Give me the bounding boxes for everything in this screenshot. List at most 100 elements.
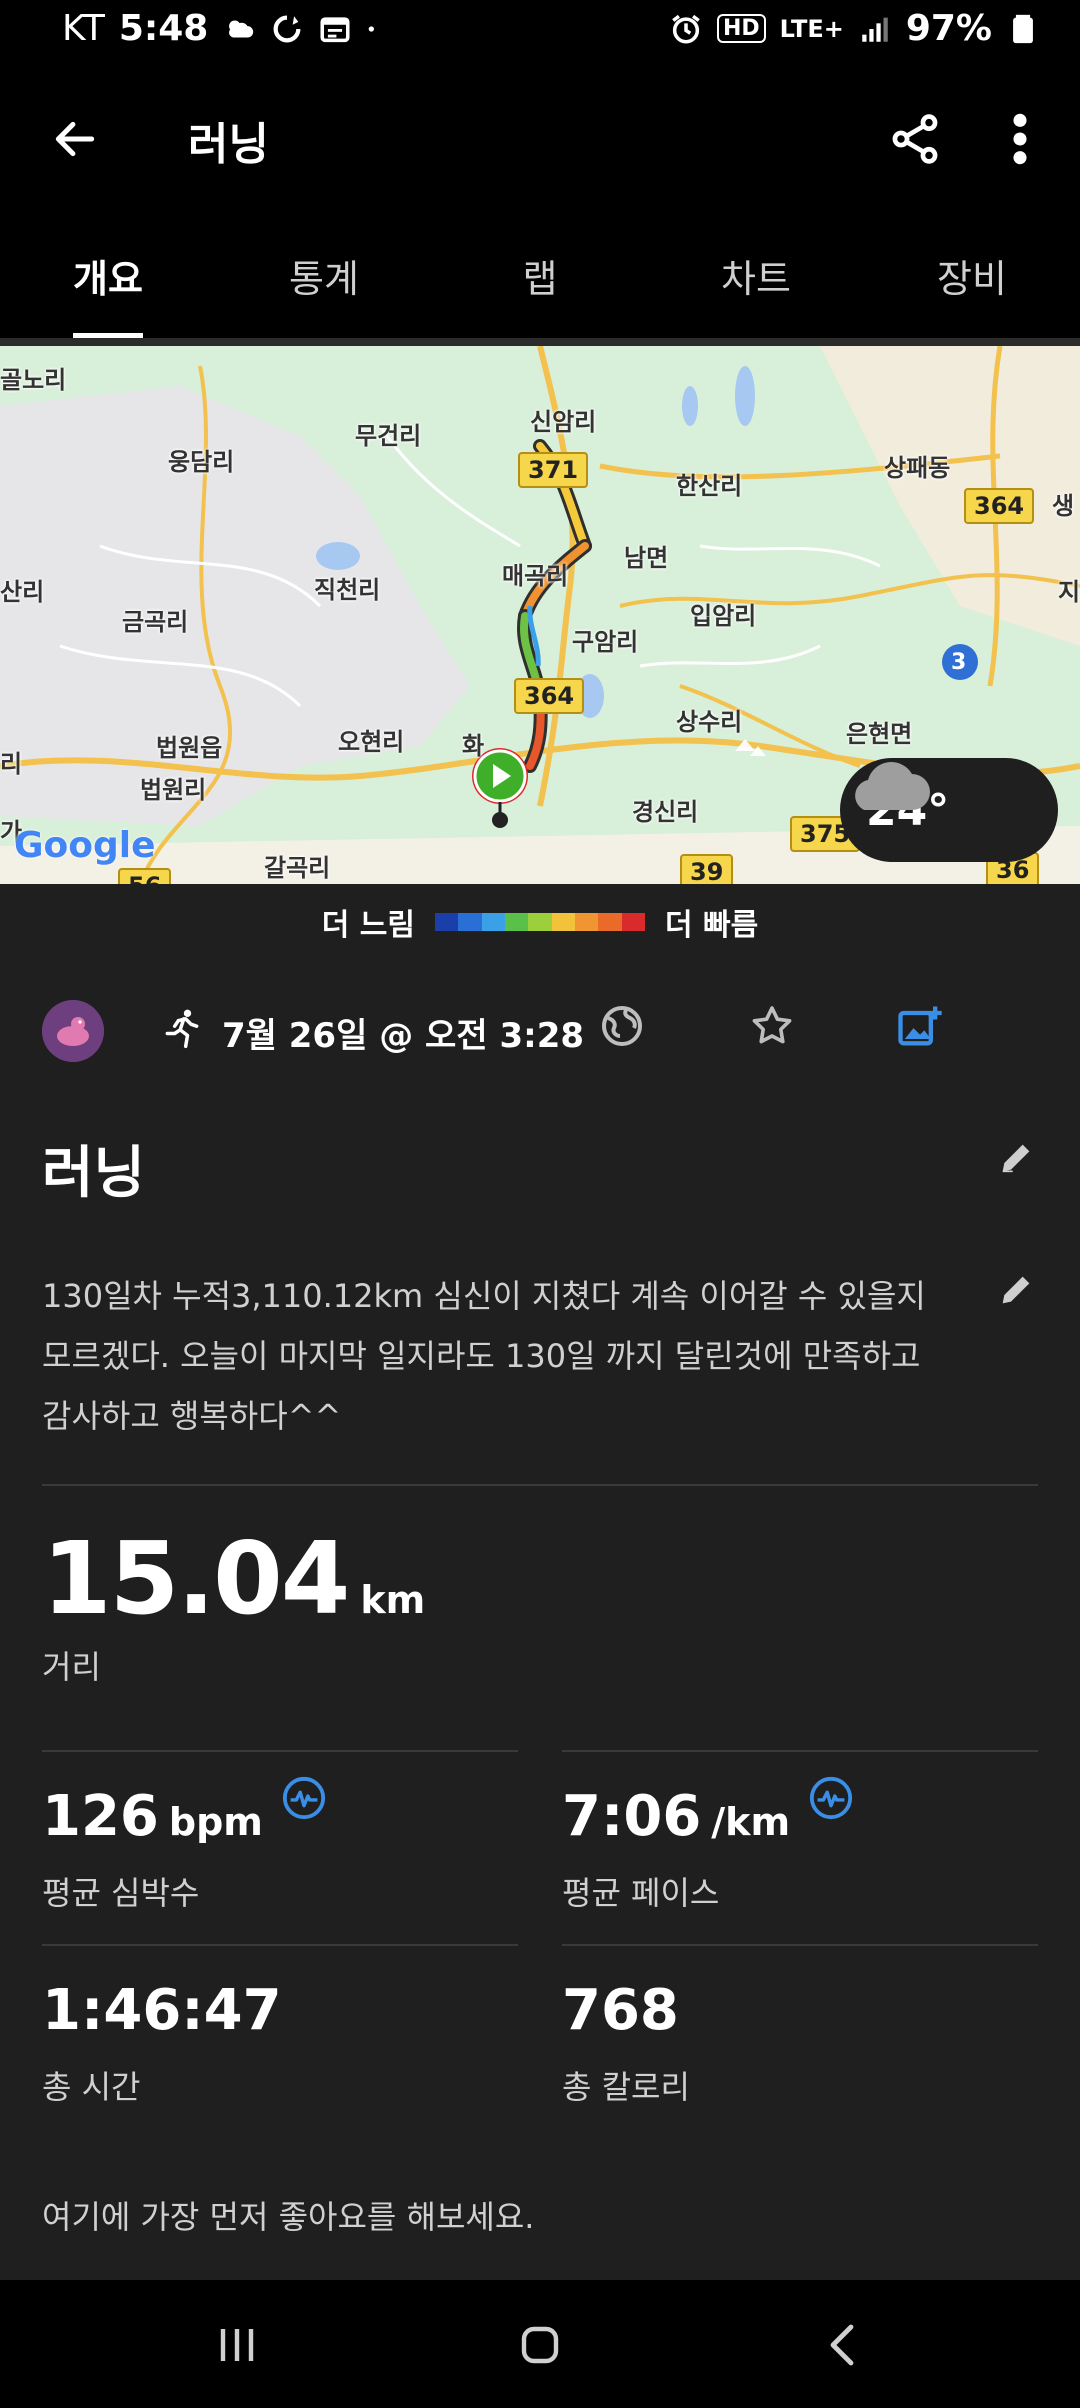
hr-unit: bpm xyxy=(168,1800,263,1844)
distance-value: 15.04 xyxy=(42,1520,350,1637)
stat-value-row: 7:06 /km xyxy=(562,1776,854,1849)
pace-unit: /km xyxy=(711,1800,791,1844)
avatar[interactable] xyxy=(42,1000,104,1062)
hd-voice-icon: HD xyxy=(716,14,766,43)
clock: 5:48 xyxy=(118,8,209,49)
map-label: 한산리 xyxy=(676,472,743,500)
back-button[interactable] xyxy=(40,104,110,174)
legend-color-swatch xyxy=(528,913,552,931)
home-icon xyxy=(521,2326,559,2364)
map-label: 웅담리 xyxy=(168,448,235,476)
legend-color-swatch xyxy=(551,913,575,931)
tab-charts[interactable]: 차트 xyxy=(648,212,864,338)
map-label: 경신리 xyxy=(632,798,699,826)
stat-value-row: 768 xyxy=(562,1978,679,2043)
tab-overview[interactable]: 개요 xyxy=(0,212,216,338)
avg-heart-rate-stat[interactable]: 126 bpm 평균 심박수 xyxy=(42,1750,518,1930)
more-vertical-icon xyxy=(1013,113,1027,165)
star-icon[interactable] xyxy=(748,1002,796,1050)
time-label: 총 시간 xyxy=(42,2068,141,2106)
calories-value: 768 xyxy=(562,1978,679,2043)
distance-stat: 15.04 km xyxy=(42,1520,425,1637)
legend-color-swatch xyxy=(598,913,622,931)
route-shield-3: 3 xyxy=(951,650,967,675)
more-options-button[interactable] xyxy=(990,104,1050,174)
tab-divider xyxy=(0,338,1080,346)
tab-stats[interactable]: 통계 xyxy=(216,212,432,338)
hr-label: 평균 심박수 xyxy=(42,1874,200,1912)
weather-badge[interactable]: 24° xyxy=(840,758,1058,862)
tab-laps[interactable]: 랩 xyxy=(432,212,648,338)
activity-title: 러닝 xyxy=(42,1141,146,1206)
legend-color-swatch xyxy=(504,913,529,931)
sync-icon xyxy=(273,15,301,42)
road-number-badge: 56 xyxy=(118,868,172,884)
recent-apps-button[interactable] xyxy=(192,2310,282,2380)
legend-color-swatch xyxy=(481,913,505,931)
time-value: 1:46:47 xyxy=(42,1978,282,2043)
road-number-badge: 39 xyxy=(680,854,734,884)
distance-unit: km xyxy=(360,1578,426,1622)
map-label: 금곡리 xyxy=(122,608,189,636)
recent-apps-icon xyxy=(220,2329,254,2361)
page-title: 러닝 xyxy=(188,119,269,170)
privacy-globe-icon[interactable] xyxy=(598,1002,646,1050)
system-back-button[interactable] xyxy=(798,2310,888,2380)
edit-note-pencil-icon[interactable] xyxy=(996,1270,1036,1310)
road-number-badge: 371 xyxy=(518,452,589,488)
pace-chart-icon[interactable] xyxy=(808,1775,854,1821)
stat-divider xyxy=(562,1750,1038,1752)
stat-divider xyxy=(42,1944,518,1946)
legend-slow-label: 더 느림 xyxy=(321,908,415,943)
alarm-icon xyxy=(672,14,700,44)
map-label: 지 xyxy=(1058,578,1080,606)
stat-divider xyxy=(42,1750,518,1752)
map-label: 상패동 xyxy=(884,454,951,482)
legend-color-swatch xyxy=(574,913,599,931)
status-left: KT 5:48 xyxy=(62,8,382,49)
road-number-badge: 364 xyxy=(964,488,1035,524)
legend-fast-label: 더 빠름 xyxy=(665,908,759,943)
like-prompt-link[interactable]: 여기에 가장 먼저 좋아요를 해보세요. xyxy=(42,2192,534,2238)
map-label: 무건리 xyxy=(355,422,422,450)
route-map[interactable]: 신암리 무건리 웅담리 한산리 상패동 남면 매곡리 직천리 금곡리 입암리 구… xyxy=(0,346,1080,884)
map-label: 남면 xyxy=(624,544,669,572)
map-label: 상수리 xyxy=(676,708,743,736)
heart-rate-chart-icon[interactable] xyxy=(281,1775,327,1821)
pace-label: 평균 페이스 xyxy=(562,1874,720,1912)
section-divider xyxy=(42,1484,1038,1486)
tab-gear[interactable]: 장비 xyxy=(864,212,1080,338)
activity-meta-row: 7월 26일 @ 오전 3:28 xyxy=(42,996,1042,1066)
map-label: 신암리 xyxy=(530,408,597,436)
battery-level: 97% xyxy=(905,8,992,49)
legend-color-swatch xyxy=(458,913,482,931)
status-bar: KT 5:48 HD LTE+ 97% xyxy=(0,0,1080,64)
map-label: 화 xyxy=(462,732,485,760)
avg-pace-stat[interactable]: 7:06 /km 평균 페이스 xyxy=(562,1750,1038,1930)
add-photo-icon[interactable] xyxy=(894,1000,946,1052)
pace-color-scale xyxy=(435,913,645,931)
app-bar: 러닝 xyxy=(0,64,1080,212)
distance-label: 거리 xyxy=(42,1648,101,1686)
edit-title-pencil-icon[interactable] xyxy=(996,1138,1036,1178)
weather-status-icon xyxy=(229,20,254,37)
share-icon xyxy=(892,114,938,164)
activity-note: 130일차 누적3,110.12km 심신이 지쳤다 계속 이어갈 수 있을지 … xyxy=(42,1277,926,1435)
running-icon xyxy=(165,1009,199,1049)
arrow-left-icon xyxy=(55,121,95,157)
tab-bar: 개요 통계 랩 차트 장비 xyxy=(0,212,1080,338)
share-button[interactable] xyxy=(880,104,950,174)
home-button[interactable] xyxy=(495,2310,585,2380)
avatar-image xyxy=(42,1000,104,1062)
total-calories-stat[interactable]: 768 총 칼로리 xyxy=(562,1944,1038,2124)
pace-value: 7:06 xyxy=(562,1784,702,1849)
pace-legend: 더 느림 더 빠름 xyxy=(0,884,1080,960)
activity-summary: 7월 26일 @ 오전 3:28 러닝 130일차 누적3,110.12km 심… xyxy=(0,960,1080,2280)
signal-icon xyxy=(862,17,888,42)
map-label: 리 xyxy=(0,750,23,778)
stat-value-row: 126 bpm xyxy=(42,1776,327,1849)
notification-dot-icon xyxy=(369,25,375,32)
chevron-left-icon xyxy=(830,2324,854,2366)
map-label: 법원리 xyxy=(140,776,207,804)
total-time-stat[interactable]: 1:46:47 총 시간 xyxy=(42,1944,518,2124)
